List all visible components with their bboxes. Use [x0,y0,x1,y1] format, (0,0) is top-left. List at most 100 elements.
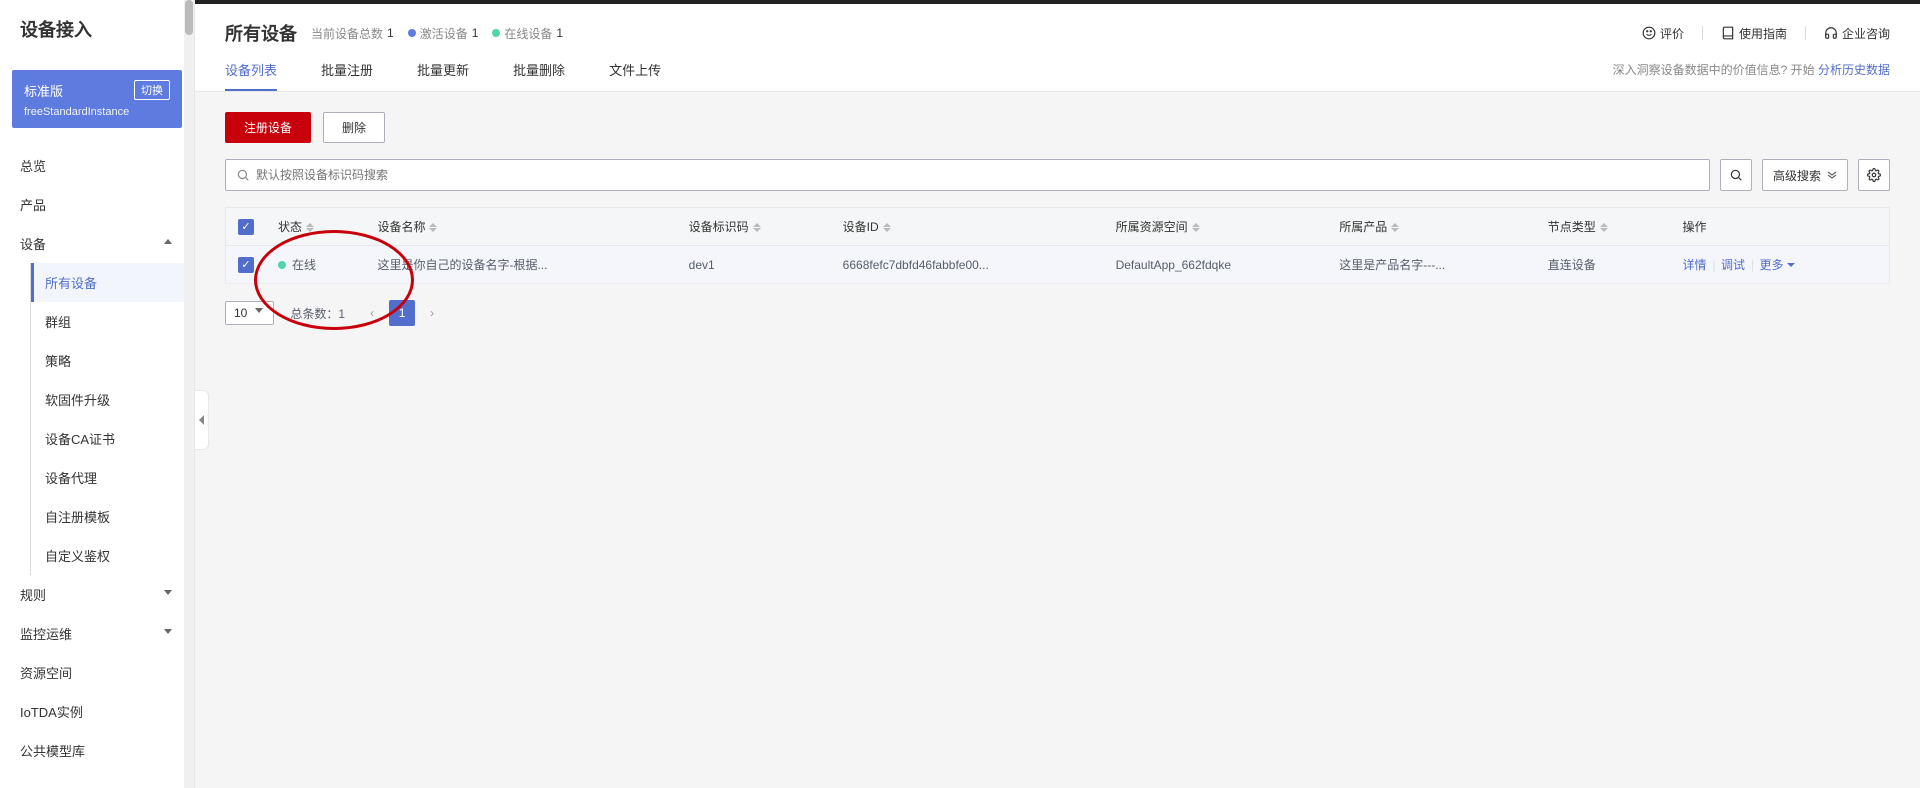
search-icon [1729,168,1743,182]
detail-link[interactable]: 详情 [1683,258,1707,272]
delete-button[interactable]: 删除 [323,112,385,143]
double-chevron-down-icon [1827,170,1837,180]
sidebar-scrollbar[interactable] [184,0,194,788]
pagesize-select[interactable]: 10 [225,301,274,325]
main: 所有设备 当前设备总数 1 激活设备 1 在线设备 1 [195,0,1920,788]
table-header-row: 状态 设备名称 设备标识码 设备ID 所属资源空间 所属产品 节点类型 操作 [226,208,1890,246]
sidebar-header: 设备接入 [0,0,194,58]
th-id[interactable]: 设备ID [831,208,1104,246]
tab-device-list[interactable]: 设备列表 [225,60,277,91]
nav: 总览 产品 设备 所有设备 群组 策略 软固件升级 设备CA证书 设备代理 自注… [0,140,194,776]
tab-batch-register[interactable]: 批量注册 [321,60,373,91]
nav-all-devices[interactable]: 所有设备 [31,263,194,302]
sort-icon [1192,223,1200,232]
sort-icon [429,223,437,232]
nav-device[interactable]: 设备 [0,224,194,263]
settings-button[interactable] [1858,159,1890,191]
nav-group[interactable]: 群组 [31,302,194,341]
th-code[interactable]: 设备标识码 [677,208,831,246]
sidebar: 设备接入 标准版 切换 freeStandardInstance 总览 产品 设… [0,0,195,788]
device-table: 状态 设备名称 设备标识码 设备ID 所属资源空间 所属产品 节点类型 操作 在… [225,207,1890,284]
advanced-search-button[interactable]: 高级搜索 [1762,159,1848,191]
nav-ca-cert[interactable]: 设备CA证书 [31,419,194,458]
th-actions: 操作 [1671,208,1890,246]
th-name[interactable]: 设备名称 [365,208,676,246]
nav-custom-auth[interactable]: 自定义鉴权 [31,536,194,575]
nav-overview[interactable]: 总览 [0,146,194,185]
nav-monitor[interactable]: 监控运维 [0,614,194,653]
smile-icon [1642,26,1656,40]
th-product[interactable]: 所属产品 [1327,208,1536,246]
rate-link[interactable]: 评价 [1642,25,1684,42]
tab-batch-delete[interactable]: 批量删除 [513,60,565,91]
nav-device-proxy[interactable]: 设备代理 [31,458,194,497]
hint: 深入洞察设备数据中的价值信息? 开始 分析历史数据 [1613,61,1890,90]
page-title: 所有设备 [225,20,297,46]
th-space[interactable]: 所属资源空间 [1104,208,1328,246]
cell-space: DefaultApp_662fdqke [1104,246,1328,284]
cell-nodetype: 直连设备 [1536,246,1671,284]
status-dot-icon [278,261,286,269]
status-cell: 在线 [278,256,316,273]
sidebar-collapse-handle[interactable] [195,390,209,450]
cell-product: 这里是产品名字---... [1327,246,1536,284]
nav-policy[interactable]: 策略 [31,341,194,380]
search-box[interactable] [225,159,1710,191]
sidebar-title: 设备接入 [20,16,174,42]
sort-icon [883,223,891,232]
dot-green-icon [492,29,500,37]
prev-page-button[interactable]: ‹ [361,302,383,324]
chevron-down-icon [255,308,265,318]
chevron-down-icon [164,590,174,600]
nav-resource-space[interactable]: 资源空间 [0,653,194,692]
page-number[interactable]: 1 [389,300,415,326]
divider [1702,26,1703,40]
nav-self-register[interactable]: 自注册模板 [31,497,194,536]
stat-active: 激活设备 1 [408,25,479,42]
book-icon [1721,26,1735,40]
tab-batch-update[interactable]: 批量更新 [417,60,469,91]
th-status[interactable]: 状态 [266,208,365,246]
chevron-down-icon [1787,263,1795,267]
content: 注册设备 删除 高级搜索 [195,92,1920,346]
next-page-button[interactable]: › [421,302,443,324]
cell-actions: 详情| 调试| 更多 [1671,246,1890,284]
sidebar-scrollbar-thumb[interactable] [185,0,193,35]
nav-rule[interactable]: 规则 [0,575,194,614]
search-icon [236,168,250,182]
debug-link[interactable]: 调试 [1721,258,1745,272]
nav-firmware[interactable]: 软固件升级 [31,380,194,419]
cell-code: dev1 [677,246,831,284]
more-dropdown[interactable]: 更多 [1759,256,1794,273]
headset-icon [1824,26,1838,40]
register-device-button[interactable]: 注册设备 [225,112,311,143]
nav-iotda-instance[interactable]: IoTDA实例 [0,692,194,731]
dot-blue-icon [408,29,416,37]
nav-public-model[interactable]: 公共模型库 [0,731,194,770]
stat-total: 当前设备总数 1 [311,25,394,42]
nav-product[interactable]: 产品 [0,185,194,224]
instance-card[interactable]: 标准版 切换 freeStandardInstance [12,70,182,128]
select-all-checkbox[interactable] [238,219,254,235]
tab-file-upload[interactable]: 文件上传 [609,60,661,91]
instance-name: 标准版 [24,81,63,100]
divider [1805,26,1806,40]
guide-link[interactable]: 使用指南 [1721,25,1787,42]
header-bar: 所有设备 当前设备总数 1 激活设备 1 在线设备 1 [195,0,1920,92]
sort-icon [1391,223,1399,232]
stat-online: 在线设备 1 [492,25,563,42]
filter-button[interactable] [1720,159,1752,191]
sort-icon [306,223,314,232]
table-row[interactable]: 在线 这里是你自己的设备名字-根据... dev1 6668fefc7dbfd4… [226,246,1890,284]
cell-name: 这里是你自己的设备名字-根据... [365,246,676,284]
analyze-link[interactable]: 分析历史数据 [1818,63,1890,77]
consult-link[interactable]: 企业咨询 [1824,25,1890,42]
th-nodetype[interactable]: 节点类型 [1536,208,1671,246]
instance-switch-button[interactable]: 切换 [134,80,170,100]
search-input[interactable] [256,168,1699,182]
sort-icon [1600,223,1608,232]
row-checkbox[interactable] [238,257,254,273]
chevron-down-icon [164,629,174,639]
cell-id: 6668fefc7dbfd46fabbfe00... [831,246,1104,284]
instance-sub: freeStandardInstance [24,106,170,118]
